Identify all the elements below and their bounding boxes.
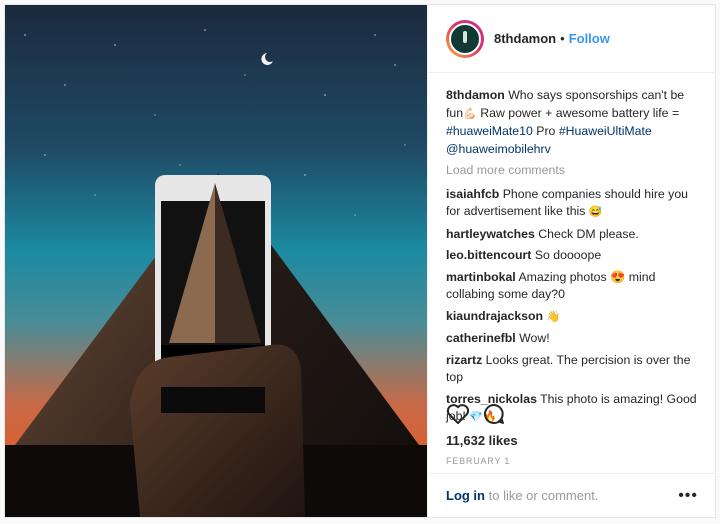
flexed-biceps-emoji: 💪🏻 (463, 107, 477, 120)
separator-dot: • (560, 31, 565, 46)
caption: 8thdamon Who says sponsorships can't be … (446, 87, 698, 158)
hashtag-huaweiultimate[interactable]: #HuaweiUltiMate (559, 124, 652, 138)
load-more-comments[interactable]: Load more comments (446, 162, 698, 180)
comment-item: martinbokal Amazing photos 😍 mind collab… (446, 269, 698, 304)
comment-username[interactable]: kiaundrajackson (446, 309, 543, 323)
post-header: 8thdamon • Follow (428, 5, 716, 73)
comment-item: hartleywatches Check DM please. (446, 226, 698, 244)
follow-button[interactable]: Follow (569, 31, 610, 46)
comment-emoji: 😅 (588, 206, 603, 218)
comment-text: Looks great. The percision is over the t… (446, 352, 691, 385)
hashtag-huaweimate10[interactable]: #huaweiMate10 (446, 124, 533, 138)
header-username[interactable]: 8thdamon (494, 31, 556, 46)
comment-item: rizartz Looks great. The percision is ov… (446, 352, 698, 387)
comment-username[interactable]: rizartz (446, 353, 482, 367)
comment-text: So doooope (534, 248, 602, 262)
caption-text-3: Pro (532, 124, 559, 138)
comment-username[interactable]: isaiahfcb (446, 187, 499, 201)
comment-text: Check DM please. (538, 226, 639, 241)
mention-huaweimobilehrv[interactable]: @huaweimobilehrv (446, 141, 698, 159)
login-prompt: Log in to like or comment. (446, 488, 598, 503)
caption-text-2: Raw power + awesome battery life = (476, 105, 680, 120)
comment-username[interactable]: hartleywatches (446, 227, 535, 241)
post-sidebar: 8thdamon • Follow 8thdamon Who says spon… (427, 5, 716, 517)
comment-username[interactable]: catherinefbl (446, 331, 516, 345)
comments-section: 8thdamon Who says sponsorships can't be … (428, 73, 716, 427)
like-count[interactable]: 11,632 likes (446, 433, 518, 448)
post-photo[interactable] (5, 5, 427, 517)
post-date[interactable]: FEBRUARY 1 (446, 456, 510, 466)
comment-icon[interactable] (482, 403, 506, 425)
avatar[interactable] (446, 19, 484, 58)
hand (130, 344, 305, 517)
comment-text: Wow! (519, 331, 550, 345)
login-link[interactable]: Log in (446, 488, 485, 503)
comment-username[interactable]: leo.bittencourt (446, 248, 531, 262)
pyramid-phone-photo (5, 5, 427, 517)
post-footer: Log in to like or comment. ••• (428, 473, 716, 517)
comment-item: isaiahfcb Phone companies should hire yo… (446, 186, 698, 222)
comment-emoji: 👋 (546, 310, 561, 323)
post-actions (446, 403, 506, 425)
instagram-post: 8thdamon • Follow 8thdamon Who says spon… (4, 4, 716, 518)
heart-icon[interactable] (446, 403, 470, 425)
caption-username[interactable]: 8thdamon (446, 88, 505, 102)
more-options-icon[interactable]: ••• (678, 487, 698, 505)
comment-username[interactable]: martinbokal (446, 270, 516, 284)
comment-item: leo.bittencourt So doooope (446, 247, 698, 265)
login-prompt-text: to like or comment. (485, 488, 599, 503)
comment-item: kiaundrajackson 👋 (446, 308, 698, 327)
comment-item: catherinefbl Wow! (446, 330, 698, 348)
